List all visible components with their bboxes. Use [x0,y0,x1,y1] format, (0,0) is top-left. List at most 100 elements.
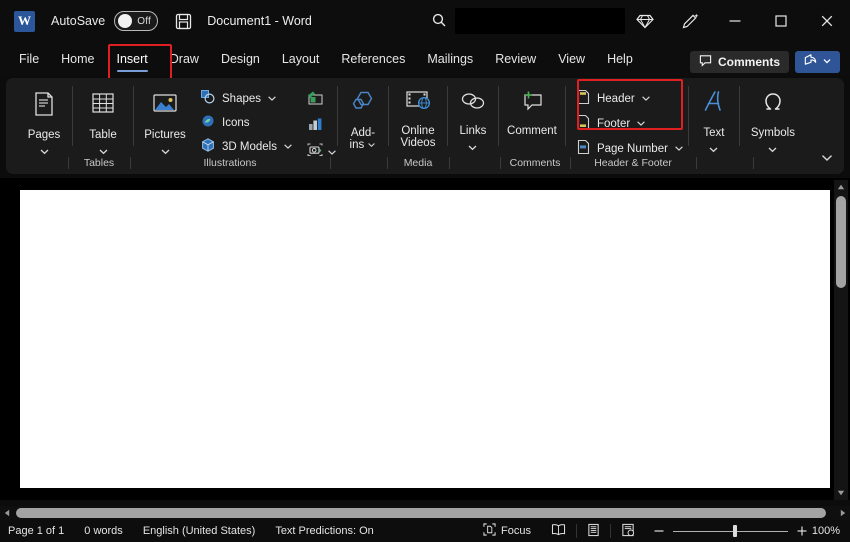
zoom-slider[interactable] [673,520,788,542]
ribbon: Pages Table Pictures Shapes Icons 3D Mod… [6,78,844,174]
read-mode-button[interactable] [541,523,576,539]
close-button[interactable] [804,0,850,42]
language-indicator[interactable]: English (United States) [133,525,266,537]
collapse-ribbon-button[interactable] [820,150,834,168]
group-label-tables: Tables [83,157,115,169]
search-box[interactable] [432,8,625,34]
search-input[interactable] [455,8,625,34]
text-label: Text [703,127,725,139]
tab-label: Help [607,52,633,66]
header-label: Header [596,92,635,105]
tab-help[interactable]: Help [596,42,644,76]
comment-bubble-icon [699,54,712,70]
icons-icon [200,113,216,132]
chevron-down-icon[interactable] [636,118,646,130]
addins-label-line1: Add- [350,127,376,139]
share-icon [803,52,818,72]
print-layout-button[interactable] [577,523,610,540]
tab-references[interactable]: References [330,42,416,76]
tab-label: File [19,52,40,66]
zoom-in-button[interactable] [794,525,810,537]
tab-insert[interactable]: Insert [106,42,159,76]
scroll-down-arrow[interactable] [834,486,848,500]
scroll-right-arrow[interactable] [836,506,850,520]
document-page[interactable] [20,190,830,488]
comments-button[interactable]: Comments [689,51,789,73]
symbols-button[interactable]: Symbols [740,83,806,159]
addins-button[interactable]: Add-ins [338,83,388,151]
footer-icon [576,114,591,133]
tab-home[interactable]: Home [50,42,105,76]
zoom-out-button[interactable] [645,525,667,537]
window-controls [622,0,850,42]
web-layout-button[interactable] [611,523,645,540]
new-comment-icon [517,89,547,120]
addins-label-line2: ins [349,139,365,151]
shapes-button[interactable]: Shapes [196,88,297,109]
ribbon-group-tables: Table [73,78,133,155]
online-videos-icon [403,89,433,120]
focus-mode-button[interactable]: Focus [473,523,541,539]
zoom-level-label[interactable]: 100% [810,525,850,537]
page-indicator[interactable]: Page 1 of 1 [0,525,74,537]
scroll-up-arrow[interactable] [834,180,848,194]
pages-label: Pages [27,129,61,141]
tab-label: Layout [281,52,320,66]
horizontal-scroll-thumb[interactable] [16,508,826,518]
footer-button[interactable]: Footer [572,113,688,134]
search-icon[interactable] [431,12,447,33]
addins-icon [348,89,378,122]
tab-mailings[interactable]: Mailings [416,42,484,76]
print-layout-icon [587,523,600,540]
minimize-button[interactable] [712,0,758,42]
links-button[interactable]: Links [448,83,498,157]
vertical-scrollbar[interactable] [834,180,848,500]
status-right-group: Focus 100% [473,520,850,542]
tab-review[interactable]: Review [484,42,547,76]
tab-file[interactable]: File [8,42,50,76]
maximize-button[interactable] [758,0,804,42]
web-layout-icon [621,523,635,540]
tab-design[interactable]: Design [210,42,271,76]
pages-button[interactable]: Pages [16,83,72,161]
save-icon[interactable] [174,12,193,31]
footer-label: Footer [596,117,631,130]
group-label-comments: Comments [509,157,561,169]
header-icon [576,89,591,108]
word-logo-icon: W [14,10,35,32]
group-label-illustrations: Illustrations [203,157,257,169]
tab-draw[interactable]: Draw [159,42,210,76]
word-count[interactable]: 0 words [74,525,133,537]
horizontal-scrollbar[interactable] [0,506,850,520]
scroll-left-arrow[interactable] [0,506,14,520]
comment-button[interactable]: Comment [499,83,565,138]
share-button[interactable] [795,51,840,73]
vertical-scroll-thumb[interactable] [836,196,846,288]
text-predictions-indicator[interactable]: Text Predictions: On [265,525,383,537]
chart-button[interactable] [303,115,337,137]
links-icon [458,89,488,120]
chevron-down-icon[interactable] [367,139,376,151]
pictures-icon [150,89,180,124]
table-button[interactable]: Table [73,83,133,161]
chevron-down-icon[interactable] [283,141,293,153]
autosave-toggle[interactable]: Off [114,11,159,31]
online-videos-button[interactable]: Online Videos [389,83,447,149]
tab-view[interactable]: View [547,42,596,76]
tab-layout[interactable]: Layout [271,42,331,76]
pictures-button[interactable]: Pictures [134,83,196,161]
icons-button[interactable]: Icons [196,112,297,133]
pen-draw-icon[interactable] [667,0,712,42]
zoom-slider-thumb[interactable] [733,525,737,537]
diamond-icon[interactable] [622,0,667,42]
smartart-button[interactable] [303,89,337,111]
shapes-label: Shapes [222,92,262,105]
links-label: Links [459,125,487,137]
text-button[interactable]: Text [689,83,739,159]
symbols-label: Symbols [750,127,795,139]
header-button[interactable]: Header [572,88,688,109]
autosave-toggle-knob [118,14,133,28]
tab-label: View [558,52,586,66]
chevron-down-icon[interactable] [641,93,651,105]
chevron-down-icon[interactable] [267,93,277,105]
